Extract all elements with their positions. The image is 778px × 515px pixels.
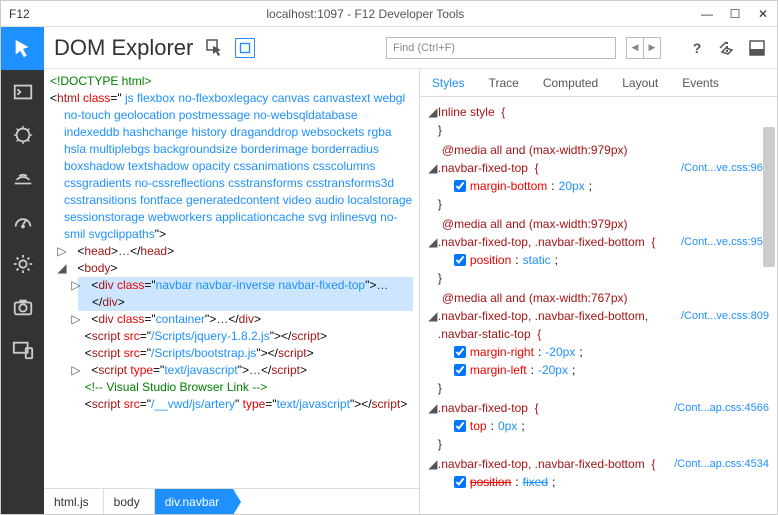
body-element[interactable]: ◢ <body> [64, 260, 413, 277]
css-property[interactable]: margin-bottom:20px; [454, 177, 769, 195]
maximize-button[interactable]: ☐ [721, 1, 749, 27]
sidebar-dom-explorer[interactable] [1, 27, 44, 70]
find-next-button[interactable]: ▶ [643, 37, 661, 59]
crumb-div-navbar[interactable]: div.navbar [155, 489, 234, 514]
help-icon[interactable]: ? [687, 38, 707, 58]
sidebar-responsiveness[interactable] [1, 199, 44, 242]
sidebar-network[interactable] [1, 156, 44, 199]
style-tabs: Styles Trace Computed Layout Events [420, 69, 777, 97]
doctype-node[interactable]: <!DOCTYPE html> [50, 74, 151, 88]
minimize-button[interactable]: — [693, 1, 721, 27]
console-icon [12, 81, 34, 103]
css-property[interactable]: position:fixed; [454, 473, 769, 491]
comment-node[interactable]: <!-- Visual Studio Browser Link --> [78, 379, 413, 396]
page-title: DOM Explorer [54, 35, 193, 61]
media-query: @media all and (max-width:979px) [442, 215, 769, 233]
css-selector[interactable]: .navbar-fixed-top { [438, 399, 670, 417]
script-element[interactable]: ▷ <script type="text/javascript">…</scri… [78, 362, 413, 379]
script-element[interactable]: <script src="/__vwd/js/artery" type="tex… [78, 396, 413, 413]
camera-icon [12, 296, 34, 318]
source-link[interactable]: /Cont...ve.css:809 [681, 307, 769, 343]
find-placeholder: Find (Ctrl+F) [393, 42, 455, 54]
close-button[interactable]: ✕ [749, 1, 777, 27]
prop-toggle[interactable] [454, 346, 466, 358]
header: DOM Explorer Find (Ctrl+F) ◀ ▶ ? [44, 27, 777, 69]
css-property[interactable]: position:static; [454, 251, 769, 269]
dock-icon[interactable] [747, 38, 767, 58]
source-link[interactable]: /Cont...ve.css:957 [681, 233, 769, 251]
css-selector[interactable]: .navbar-fixed-top { [438, 159, 677, 177]
css-selector[interactable]: .navbar-fixed-top, .navbar-fixed-bottom … [438, 233, 677, 251]
titlebar: F12 localhost:1097 - F12 Developer Tools… [1, 1, 777, 27]
media-query: @media all and (max-width:979px) [442, 141, 769, 159]
styles-body[interactable]: ◢Inline style { } @media all and (max-wi… [420, 97, 777, 514]
prop-toggle[interactable] [454, 476, 466, 488]
div-container-element[interactable]: ▷ <div class="container">…</div> [78, 311, 413, 328]
tab-layout[interactable]: Layout [610, 69, 670, 96]
find-input[interactable]: Find (Ctrl+F) [386, 37, 616, 59]
gear-icon [12, 253, 34, 275]
network-icon [12, 167, 34, 189]
scrollbar[interactable] [763, 127, 775, 267]
monitor-phone-icon [12, 339, 34, 361]
script-element[interactable]: <script src="/Scripts/jquery-1.8.2.js"><… [78, 328, 413, 345]
styles-pane: Styles Trace Computed Layout Events ◢Inl… [420, 69, 777, 514]
cursor-icon [12, 38, 34, 60]
window-buttons: — ☐ ✕ [693, 1, 777, 27]
tab-computed[interactable]: Computed [531, 69, 610, 96]
prop-toggle[interactable] [454, 420, 466, 432]
prop-toggle[interactable] [454, 364, 466, 376]
css-property[interactable]: margin-left:-20px; [454, 361, 769, 379]
css-selector[interactable]: .navbar-fixed-top, .navbar-fixed-bottom,… [438, 307, 677, 343]
script-element[interactable]: <script src="/Scripts/bootstrap.js"></sc… [78, 345, 413, 362]
select-element-icon[interactable] [205, 38, 225, 58]
source-link[interactable]: /Cont...ap.css:4534 [674, 455, 769, 473]
window-title: localhost:1097 - F12 Developer Tools [38, 7, 693, 21]
app-label: F12 [1, 7, 38, 21]
sidebar-memory[interactable] [1, 285, 44, 328]
media-query: @media all and (max-width:767px) [442, 289, 769, 307]
bug-icon [12, 124, 34, 146]
dom-tree[interactable]: <!DOCTYPE html> <html class=" js flexbox… [44, 69, 419, 488]
dom-tree-pane: <!DOCTYPE html> <html class=" js flexbox… [44, 69, 420, 514]
prop-toggle[interactable] [454, 254, 466, 266]
div-navbar-element[interactable]: ▷ <div class="navbar navbar-inverse navb… [78, 277, 413, 311]
sidebar-emulation[interactable] [1, 328, 44, 371]
html-element[interactable]: <html class=" js flexbox no-flexboxlegac… [50, 90, 413, 243]
crumb-body[interactable]: body [104, 489, 155, 514]
breadcrumb: html.js body div.navbar [44, 488, 419, 514]
pin-icon[interactable] [717, 38, 737, 58]
css-selector[interactable]: .navbar-fixed-top, .navbar-fixed-bottom … [438, 455, 670, 473]
sidebar-profiler[interactable] [1, 242, 44, 285]
head-element[interactable]: ▷ <head>…</head> [64, 243, 413, 260]
sidebar-debugger[interactable] [1, 113, 44, 156]
source-link[interactable]: /Cont...ap.css:4566 [674, 399, 769, 417]
inline-style-label[interactable]: Inline style { [438, 103, 769, 121]
source-link[interactable]: /Cont...ve.css:960 [681, 159, 769, 177]
tab-styles[interactable]: Styles [420, 69, 477, 96]
css-property[interactable]: top:0px; [454, 417, 769, 435]
css-property[interactable]: margin-right:-20px; [454, 343, 769, 361]
prop-toggle[interactable] [454, 180, 466, 192]
sidebar [1, 27, 44, 514]
speedometer-icon [12, 210, 34, 232]
crumb-html[interactable]: html.js [44, 489, 104, 514]
highlight-icon[interactable] [235, 38, 255, 58]
find-prev-button[interactable]: ◀ [626, 37, 644, 59]
sidebar-console[interactable] [1, 70, 44, 113]
tab-trace[interactable]: Trace [477, 69, 531, 96]
tab-events[interactable]: Events [670, 69, 731, 96]
